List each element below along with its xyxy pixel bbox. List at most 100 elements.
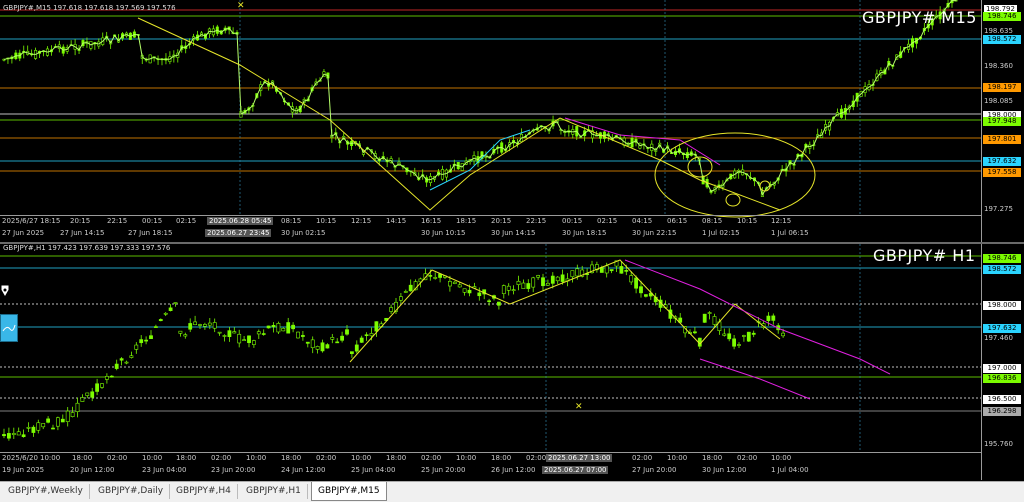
h1-price-scale[interactable]: 197.460 195.760 <box>981 244 1024 480</box>
m15-time-axis-upper: 2025/6/27 18:15 20:15 22:15 00:15 02:15 2025.… <box>0 215 981 228</box>
candle-body <box>732 338 737 347</box>
price-tag: 198.572 <box>983 35 1021 44</box>
candle-body <box>105 376 109 380</box>
h1-chart-title: GBPJPY#,H1 197.423 197.639 197.333 197.5… <box>3 244 171 252</box>
time-label: 12:15 <box>351 217 372 225</box>
price-tag: 197.801 <box>983 135 1021 144</box>
h1-time-axis-lower: 19 Jun 2025 20 Jun 12:00 23 Jun 04:00 23 Ju… <box>0 465 981 477</box>
candle-body <box>65 410 70 422</box>
chart-tab[interactable]: GBPJPY#,Daily <box>92 484 171 499</box>
price-tag: 196.836 <box>983 374 1021 383</box>
time-label: 1 Jul 04:00 <box>771 466 809 474</box>
candle-body <box>501 285 506 294</box>
candle-body <box>643 294 648 297</box>
candle-body <box>359 337 364 343</box>
time-label: 23 Jun 20:00 <box>211 466 256 474</box>
time-label: 2025.06.28 05:45 <box>207 217 274 225</box>
candle-body <box>114 363 119 369</box>
time-label: 23 Jun 04:00 <box>142 466 187 474</box>
candle-body <box>70 412 75 417</box>
candle-body <box>325 344 330 349</box>
candle-body <box>188 323 193 330</box>
candle-body <box>242 339 247 341</box>
price-tag: 197.632 <box>983 324 1021 333</box>
trendline-tool-icon[interactable] <box>0 314 18 342</box>
candle-body <box>173 302 178 304</box>
time-label: 27 Jun 20:00 <box>632 466 677 474</box>
candle-body <box>741 335 746 337</box>
price-label: 198.635 <box>984 27 1013 35</box>
chart-tab[interactable]: GBPJPY#,Weekly <box>2 484 90 499</box>
candle-body <box>629 275 634 283</box>
candle-body <box>408 284 413 292</box>
time-label: 02:15 <box>176 217 197 225</box>
candle-body <box>526 283 531 289</box>
candle-body <box>746 331 751 342</box>
candle-body <box>178 330 183 334</box>
candle-body <box>781 332 786 337</box>
time-label: 25 Jun 04:00 <box>351 466 396 474</box>
pen-tool-icon[interactable] <box>0 284 10 298</box>
candle-body <box>433 277 438 279</box>
candle-body <box>217 331 222 334</box>
magenta-line <box>564 117 721 166</box>
candle-body <box>232 331 237 334</box>
m15-time-axis-lower: 27 Jun 2025 27 Jun 14:15 27 Jun 18:15 2025.… <box>0 228 981 240</box>
price-tag: 198.000 <box>983 301 1021 310</box>
time-label: 1 Jul 02:15 <box>702 229 740 237</box>
candle-body <box>702 313 707 323</box>
candle-body <box>634 277 639 289</box>
h1-time-axis-upper: 2025/6/20 10:00 18:00 02:00 10:00 18:00 02:00 1… <box>0 452 981 465</box>
h1-chart-canvas[interactable]: ✕ <box>0 244 1024 480</box>
h1-chart-pane[interactable]: ✕ GBPJPY#,H1 197.423 197.639 197.333 197… <box>0 244 1024 480</box>
candle-body <box>692 331 697 334</box>
candle-body <box>639 286 643 294</box>
time-label: 10:00 <box>456 454 477 462</box>
candle-body <box>511 289 516 291</box>
price-label: 195.760 <box>984 440 1013 448</box>
m15-chart-canvas[interactable]: ✕ <box>0 0 1024 242</box>
time-label: 20 Jun 12:00 <box>70 466 115 474</box>
candle-body <box>95 383 100 392</box>
m15-symbol-label: GBPJPY# M15 <box>862 8 977 27</box>
candle-body <box>291 324 296 330</box>
candle-body <box>75 402 80 412</box>
time-label: 22:15 <box>526 217 547 225</box>
time-label: 02:15 <box>597 217 618 225</box>
candle-body <box>247 335 251 344</box>
time-label: 02:00 <box>526 454 547 462</box>
time-label: 2025.06.27 13:00 <box>546 454 613 462</box>
candle-body <box>26 426 31 429</box>
time-label: 08:15 <box>702 217 723 225</box>
time-label: 30 Jun 10:15 <box>421 229 466 237</box>
m15-chart-pane[interactable]: ✕ GBPJPY#,M15 197.618 197.618 197.569 19… <box>0 0 1024 242</box>
candle-body <box>21 434 26 438</box>
chart-tab[interactable]: GBPJPY#,H1 <box>240 484 308 499</box>
time-label: 1 Jul 06:15 <box>771 229 809 237</box>
candle-body <box>374 321 379 332</box>
candle-body <box>124 361 129 364</box>
price-tag: 198.197 <box>983 83 1021 92</box>
chart-tab[interactable]: GBPJPY#,H4 <box>170 484 238 499</box>
time-label: 10:00 <box>40 454 61 462</box>
time-label: 25 Jun 20:00 <box>421 466 466 474</box>
time-label: 27 Jun 14:15 <box>60 229 105 237</box>
candle-body <box>477 292 482 297</box>
time-label: 00:15 <box>142 217 163 225</box>
price-tag: 198.746 <box>983 12 1021 21</box>
candle-body <box>36 422 41 431</box>
candle-body <box>16 431 21 436</box>
time-label: 08:15 <box>281 217 302 225</box>
time-label: 10:15 <box>316 217 337 225</box>
time-label: 18:15 <box>456 217 477 225</box>
time-label: 10:15 <box>737 217 758 225</box>
time-label: 18:00 <box>176 454 197 462</box>
chart-tab-bar: GBPJPY#,Weekly GBPJPY#,Daily GBPJPY#,H4 GBP… <box>0 481 1024 502</box>
candle-body <box>276 323 281 333</box>
candle-body <box>60 418 65 423</box>
candle-body <box>575 268 580 277</box>
candle-body <box>345 329 349 335</box>
time-label: 22:15 <box>107 217 128 225</box>
time-label: 18:00 <box>281 454 302 462</box>
chart-tab[interactable]: GBPJPY#,M15 <box>311 482 387 501</box>
